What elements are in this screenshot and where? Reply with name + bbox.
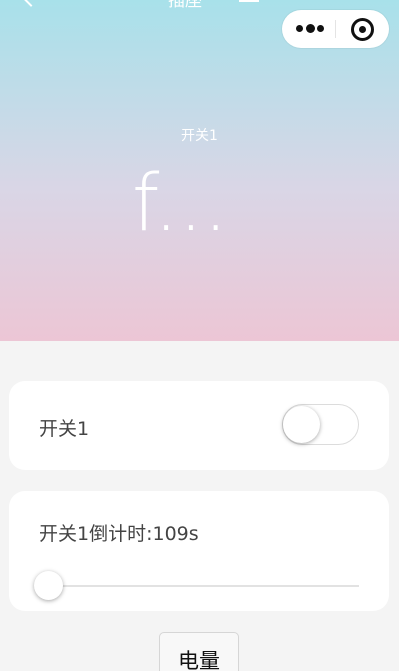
device-status-value: f... — [131, 160, 229, 244]
menu-icon[interactable] — [239, 0, 259, 4]
countdown-card: 开关1倒计时:109s — [9, 491, 389, 611]
countdown-slider[interactable] — [34, 571, 359, 604]
switch-toggle[interactable] — [282, 404, 359, 445]
capsule-divider — [335, 20, 336, 38]
mini-program-capsule — [282, 10, 389, 48]
switch-label: 开关1 — [39, 418, 90, 440]
countdown-label: 开关1倒计时:109s — [39, 523, 199, 545]
device-name-label: 开关1 — [181, 128, 218, 144]
status-header: 插座 开关1 f... — [0, 0, 399, 341]
slider-track[interactable] — [39, 585, 359, 587]
battery-button[interactable]: 电量 — [159, 632, 239, 671]
scrollbar[interactable] — [399, 0, 405, 671]
switch-card: 开关1 — [9, 381, 389, 470]
nav-title: 插座 — [168, 0, 202, 11]
app-page: 插座 开关1 f... 开关1 开关1倒计时:109s 电量 — [0, 0, 405, 671]
slider-thumb[interactable] — [34, 571, 63, 600]
toggle-knob[interactable] — [283, 406, 320, 443]
more-dots-icon[interactable] — [296, 24, 326, 34]
back-icon[interactable] — [21, 0, 41, 7]
target-close-icon[interactable] — [351, 18, 374, 41]
